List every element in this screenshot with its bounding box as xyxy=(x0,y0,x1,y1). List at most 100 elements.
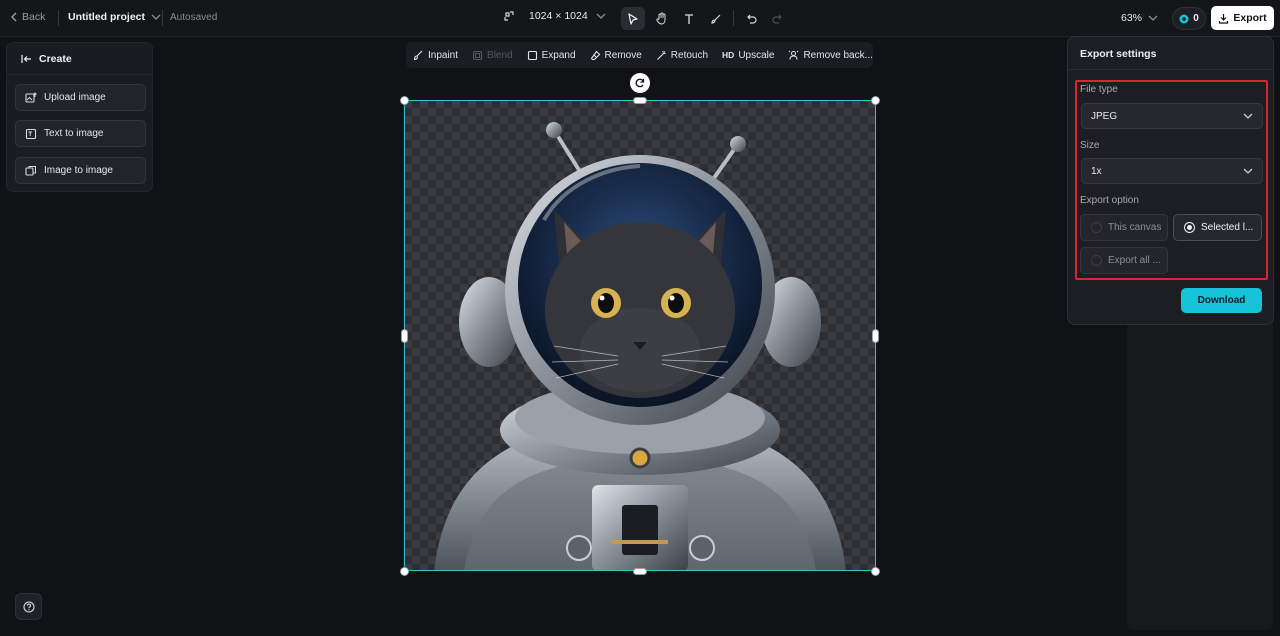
resize-handle-bottom-right[interactable] xyxy=(871,567,880,576)
expand-label: Expand xyxy=(541,49,576,61)
credits-count: 0 xyxy=(1193,13,1199,24)
chevron-down-icon xyxy=(596,13,606,19)
size-select[interactable]: 1x xyxy=(1081,158,1263,184)
help-icon xyxy=(22,600,35,613)
back-button[interactable]: Back xyxy=(10,11,45,23)
option-this-canvas-label: This canvas xyxy=(1108,222,1162,233)
resize-handle-top[interactable] xyxy=(633,97,647,104)
chevron-down-icon xyxy=(1243,168,1253,174)
image-to-image-label: Image to image xyxy=(44,165,113,176)
download-icon xyxy=(1219,13,1229,24)
undo-button[interactable] xyxy=(739,7,763,30)
blend-label: Blend xyxy=(487,49,513,61)
divider xyxy=(7,74,152,75)
project-name: Untitled project xyxy=(68,11,146,23)
zoom-level: 63% xyxy=(1121,12,1143,24)
option-export-all-label: Export all ... xyxy=(1108,255,1161,266)
resize-handle-right[interactable] xyxy=(872,329,879,343)
canvas-size-dropdown[interactable]: 1024 × 1024 xyxy=(503,10,606,22)
brush-tool[interactable] xyxy=(704,7,728,30)
resize-icon xyxy=(504,11,514,21)
hand-icon xyxy=(655,12,665,25)
undo-icon xyxy=(746,14,757,24)
rotate-icon xyxy=(635,78,645,88)
upload-image-icon xyxy=(25,91,37,103)
resize-handle-left[interactable] xyxy=(401,329,408,343)
credits-badge[interactable]: 0 xyxy=(1172,7,1206,30)
download-button[interactable]: Download xyxy=(1181,288,1262,313)
credit-coin-icon xyxy=(1179,14,1189,23)
resize-handle-bottom[interactable] xyxy=(633,568,647,575)
text-to-image-button[interactable]: Text to image xyxy=(15,120,146,147)
size-label: Size xyxy=(1080,140,1100,151)
expand-button[interactable]: Expand xyxy=(520,50,583,61)
export-button[interactable]: Export xyxy=(1211,6,1274,30)
upload-image-button[interactable]: Upload image xyxy=(15,84,146,111)
create-panel: Create Upload image Text to image Image … xyxy=(6,42,153,192)
resize-handle-top-right[interactable] xyxy=(871,96,880,105)
divider xyxy=(58,10,59,26)
project-name-dropdown[interactable]: Untitled project xyxy=(68,11,161,23)
text-tool[interactable] xyxy=(677,7,701,30)
file-type-value: JPEG xyxy=(1091,110,1118,122)
remove-background-icon xyxy=(789,50,799,60)
zoom-dropdown[interactable]: 63% xyxy=(1121,12,1158,24)
canvas-size: 1024 × 1024 xyxy=(529,10,588,22)
edit-toolbar: Inpaint Blend Expand Remove Retouch HD U… xyxy=(406,42,873,68)
text-icon xyxy=(685,13,693,24)
option-this-canvas[interactable]: This canvas xyxy=(1080,214,1168,241)
rotate-handle[interactable] xyxy=(630,73,650,93)
create-collapse-button[interactable]: Create xyxy=(21,53,72,65)
inpaint-button[interactable]: Inpaint xyxy=(406,50,465,61)
resize-handle-bottom-left[interactable] xyxy=(400,567,409,576)
expand-icon xyxy=(527,50,537,60)
file-type-label: File type xyxy=(1080,84,1118,95)
remove-background-button[interactable]: Remove back... xyxy=(781,50,879,61)
inpaint-icon xyxy=(413,50,423,60)
divider xyxy=(1068,69,1273,70)
collapse-left-icon xyxy=(21,55,31,63)
divider xyxy=(162,10,163,26)
hand-tool[interactable] xyxy=(649,7,673,30)
brush-icon xyxy=(711,14,721,24)
hd-icon: HD xyxy=(722,50,735,60)
inpaint-label: Inpaint xyxy=(428,49,459,61)
eraser-icon xyxy=(590,50,600,60)
chevron-left-icon xyxy=(11,12,17,22)
upscale-button[interactable]: HD Upscale xyxy=(715,50,781,61)
retouch-label: Retouch xyxy=(670,49,709,61)
radio-icon xyxy=(1091,255,1102,266)
top-bar: Back Untitled project Autosaved 1024 × 1… xyxy=(0,0,1280,37)
size-value: 1x xyxy=(1091,165,1102,177)
image-to-image-icon xyxy=(25,165,36,176)
image-to-image-button[interactable]: Image to image xyxy=(15,157,146,184)
export-label: Export xyxy=(1233,12,1267,24)
upscale-label: Upscale xyxy=(738,49,775,61)
back-label: Back xyxy=(22,11,46,23)
create-title: Create xyxy=(39,53,72,65)
export-settings-title: Export settings xyxy=(1080,48,1157,60)
upload-image-label: Upload image xyxy=(44,92,106,103)
retouch-icon xyxy=(656,50,666,60)
retouch-button[interactable]: Retouch xyxy=(649,50,715,61)
divider xyxy=(733,10,734,26)
resize-handle-top-left[interactable] xyxy=(400,96,409,105)
remove-button[interactable]: Remove xyxy=(583,50,649,61)
text-to-image-icon xyxy=(25,128,37,139)
option-selected-layers[interactable]: Selected l... xyxy=(1173,214,1262,241)
blend-button[interactable]: Blend xyxy=(465,50,520,61)
chevron-down-icon xyxy=(1243,113,1253,119)
file-type-select[interactable]: JPEG xyxy=(1081,103,1263,129)
canvas-image[interactable] xyxy=(404,100,876,571)
blend-icon xyxy=(472,50,483,60)
radio-icon xyxy=(1091,222,1102,233)
option-export-all[interactable]: Export all ... xyxy=(1080,247,1168,274)
redo-icon xyxy=(771,14,782,24)
help-button[interactable] xyxy=(15,593,42,620)
text-to-image-label: Text to image xyxy=(44,128,104,139)
select-tool[interactable] xyxy=(621,7,645,30)
redo-button[interactable] xyxy=(765,7,789,30)
chevron-down-icon xyxy=(151,14,161,20)
cursor-icon xyxy=(628,12,638,25)
remove-label: Remove xyxy=(604,49,642,61)
